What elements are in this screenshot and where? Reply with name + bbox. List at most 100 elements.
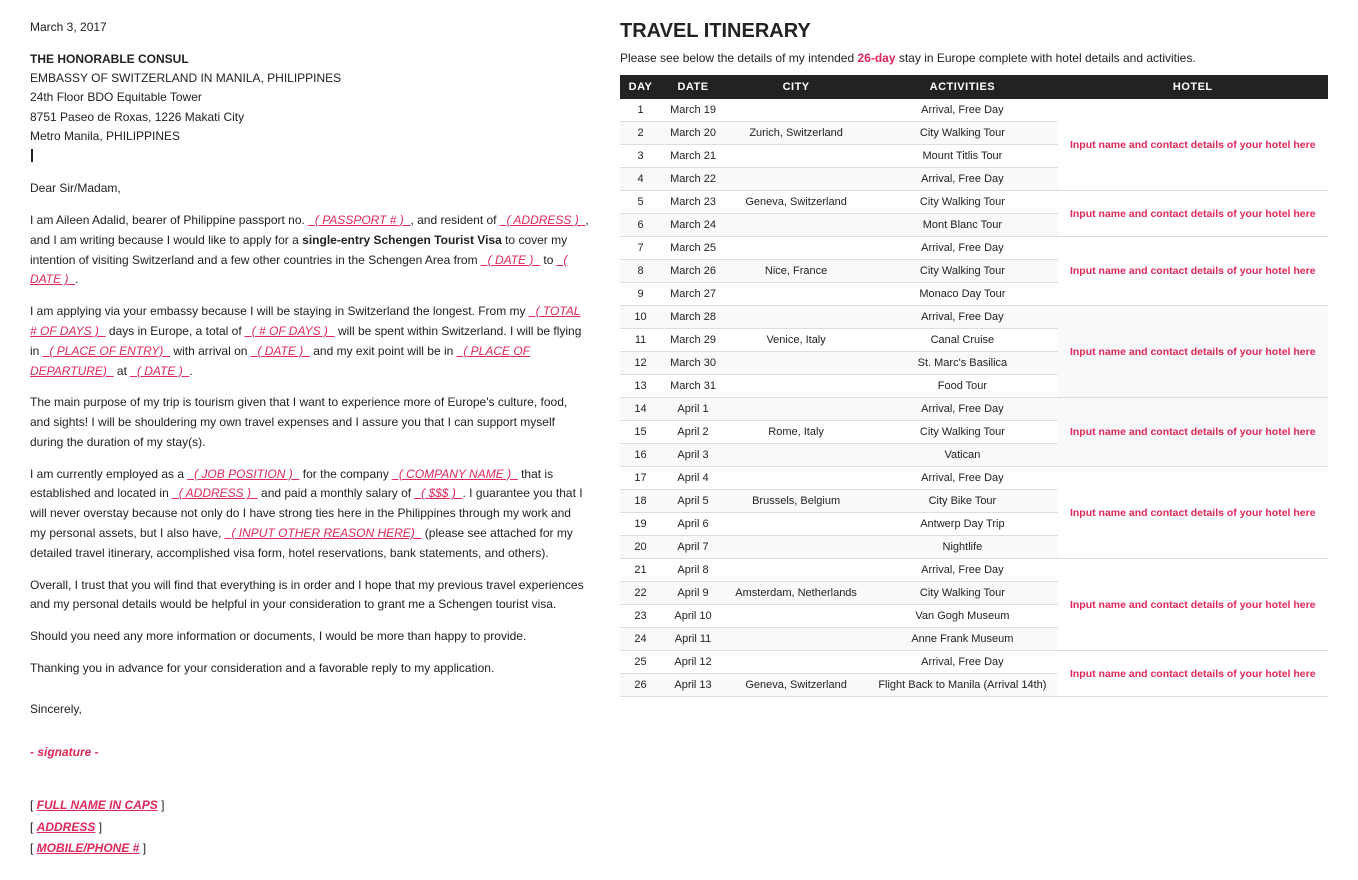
cell-date: April 7 bbox=[661, 536, 725, 559]
cell-date: April 9 bbox=[661, 582, 725, 605]
cell-city bbox=[725, 168, 867, 191]
cell-activity: Monaco Day Tour bbox=[867, 283, 1057, 306]
cell-hotel: Input name and contact details of your h… bbox=[1058, 467, 1328, 559]
table-row: 25April 12Arrival, Free DayInput name an… bbox=[620, 651, 1328, 674]
table-row: 17April 4Arrival, Free DayInput name and… bbox=[620, 467, 1328, 490]
cell-date: April 13 bbox=[661, 674, 725, 697]
cell-activity: Arrival, Free Day bbox=[867, 306, 1057, 329]
table-row: 21April 8Arrival, Free DayInput name and… bbox=[620, 559, 1328, 582]
p1-dot: . bbox=[75, 272, 78, 286]
cell-city bbox=[725, 536, 867, 559]
p4-text4: and paid a monthly salary of bbox=[258, 486, 415, 500]
cell-city bbox=[725, 145, 867, 168]
cell-city bbox=[725, 214, 867, 237]
p2-text4: with arrival on bbox=[170, 344, 251, 358]
p1-text2: , and resident of bbox=[410, 213, 499, 227]
cell-date: March 24 bbox=[661, 214, 725, 237]
cell-day: 12 bbox=[620, 352, 661, 375]
table-row: 10March 28Arrival, Free DayInput name an… bbox=[620, 306, 1328, 329]
cell-date: April 10 bbox=[661, 605, 725, 628]
cell-activity: Arrival, Free Day bbox=[867, 168, 1057, 191]
cell-date: April 4 bbox=[661, 467, 725, 490]
phone-bracket-open: [ bbox=[30, 841, 37, 855]
cell-city: Geneva, Switzerland bbox=[725, 674, 867, 697]
p2-numdays-ph: _( # OF DAYS )_ bbox=[245, 324, 335, 338]
cell-hotel: Input name and contact details of your h… bbox=[1058, 191, 1328, 237]
cell-activity: Arrival, Free Day bbox=[867, 398, 1057, 421]
p4-address-ph: _( ADDRESS )_ bbox=[172, 486, 258, 500]
cell-city: Rome, Italy bbox=[725, 421, 867, 444]
paragraph-1: I am Aileen Adalid, bearer of Philippine… bbox=[30, 211, 590, 290]
cell-day: 26 bbox=[620, 674, 661, 697]
cell-activity: City Walking Tour bbox=[867, 421, 1057, 444]
cell-day: 9 bbox=[620, 283, 661, 306]
phone-line: [ MOBILE/PHONE # ] bbox=[30, 838, 590, 860]
cell-day: 22 bbox=[620, 582, 661, 605]
cell-day: 25 bbox=[620, 651, 661, 674]
col-city: CITY bbox=[725, 75, 867, 99]
cell-date: March 30 bbox=[661, 352, 725, 375]
p2-text5: and my exit point will be in bbox=[310, 344, 457, 358]
cell-day: 15 bbox=[620, 421, 661, 444]
cell-activity: Nightlife bbox=[867, 536, 1057, 559]
p4-salary-ph: _( $$$ )_ bbox=[414, 486, 462, 500]
fullname-ph: FULL NAME IN CAPS bbox=[37, 798, 158, 812]
cell-activity: Arrival, Free Day bbox=[867, 651, 1057, 674]
table-body: 1March 19Arrival, Free DayInput name and… bbox=[620, 99, 1328, 697]
cell-activity: Van Gogh Museum bbox=[867, 605, 1057, 628]
cell-city: Brussels, Belgium bbox=[725, 490, 867, 513]
phone-ph: MOBILE/PHONE # bbox=[37, 841, 140, 855]
cell-city: Zurich, Switzerland bbox=[725, 122, 867, 145]
cell-date: March 31 bbox=[661, 375, 725, 398]
address-bracket-open: [ bbox=[30, 820, 37, 834]
cell-day: 11 bbox=[620, 329, 661, 352]
cell-date: March 20 bbox=[661, 122, 725, 145]
cell-activity: Food Tour bbox=[867, 375, 1057, 398]
sincerely-text: Sincerely, bbox=[30, 699, 590, 721]
address-line: [ ADDRESS ] bbox=[30, 817, 590, 839]
cell-activity: Canal Cruise bbox=[867, 329, 1057, 352]
footer-info: [ FULL NAME IN CAPS ] [ ADDRESS ] [ MOBI… bbox=[30, 795, 590, 860]
paragraph-6: Should you need any more information or … bbox=[30, 627, 590, 647]
cell-city bbox=[725, 99, 867, 122]
fullname-line: [ FULL NAME IN CAPS ] bbox=[30, 795, 590, 817]
cell-city bbox=[725, 605, 867, 628]
cell-hotel: Input name and contact details of your h… bbox=[1058, 306, 1328, 398]
cell-city bbox=[725, 352, 867, 375]
table-row: 5March 23Geneva, SwitzerlandCity Walking… bbox=[620, 191, 1328, 214]
cell-day: 5 bbox=[620, 191, 661, 214]
fullname-bracket-open: [ bbox=[30, 798, 37, 812]
cell-date: April 5 bbox=[661, 490, 725, 513]
cell-day: 16 bbox=[620, 444, 661, 467]
paragraph-7: Thanking you in advance for your conside… bbox=[30, 659, 590, 679]
p2-date2-ph: _( DATE )_ bbox=[130, 364, 189, 378]
cell-hotel: Input name and contact details of your h… bbox=[1058, 398, 1328, 467]
cell-date: April 11 bbox=[661, 628, 725, 651]
cell-hotel: Input name and contact details of your h… bbox=[1058, 559, 1328, 651]
cell-city bbox=[725, 283, 867, 306]
cell-day: 7 bbox=[620, 237, 661, 260]
cell-activity: Arrival, Free Day bbox=[867, 237, 1057, 260]
cell-activity: City Walking Tour bbox=[867, 260, 1057, 283]
paragraph-2: I am applying via your embassy because I… bbox=[30, 302, 590, 381]
itinerary-title: TRAVEL ITINERARY bbox=[620, 20, 1328, 43]
cell-city bbox=[725, 237, 867, 260]
cell-date: April 3 bbox=[661, 444, 725, 467]
cell-activity: Arrival, Free Day bbox=[867, 559, 1057, 582]
addressee-title: THE HONORABLE CONSUL bbox=[30, 50, 590, 69]
p1-to: to bbox=[540, 253, 557, 267]
fullname-bracket-close: ] bbox=[158, 798, 165, 812]
address-bracket-close: ] bbox=[95, 820, 102, 834]
p2-date1-ph: _( DATE )_ bbox=[251, 344, 310, 358]
cell-day: 2 bbox=[620, 122, 661, 145]
cell-city bbox=[725, 398, 867, 421]
col-hotel: HOTEL bbox=[1058, 75, 1328, 99]
cell-date: March 21 bbox=[661, 145, 725, 168]
cell-day: 8 bbox=[620, 260, 661, 283]
col-activities: ACTIVITIES bbox=[867, 75, 1057, 99]
addressee-line4: Metro Manila, PHILIPPINES bbox=[30, 127, 590, 146]
cell-day: 23 bbox=[620, 605, 661, 628]
cell-day: 4 bbox=[620, 168, 661, 191]
cell-city: Geneva, Switzerland bbox=[725, 191, 867, 214]
p2-text1: I am applying via your embassy because I… bbox=[30, 304, 529, 318]
